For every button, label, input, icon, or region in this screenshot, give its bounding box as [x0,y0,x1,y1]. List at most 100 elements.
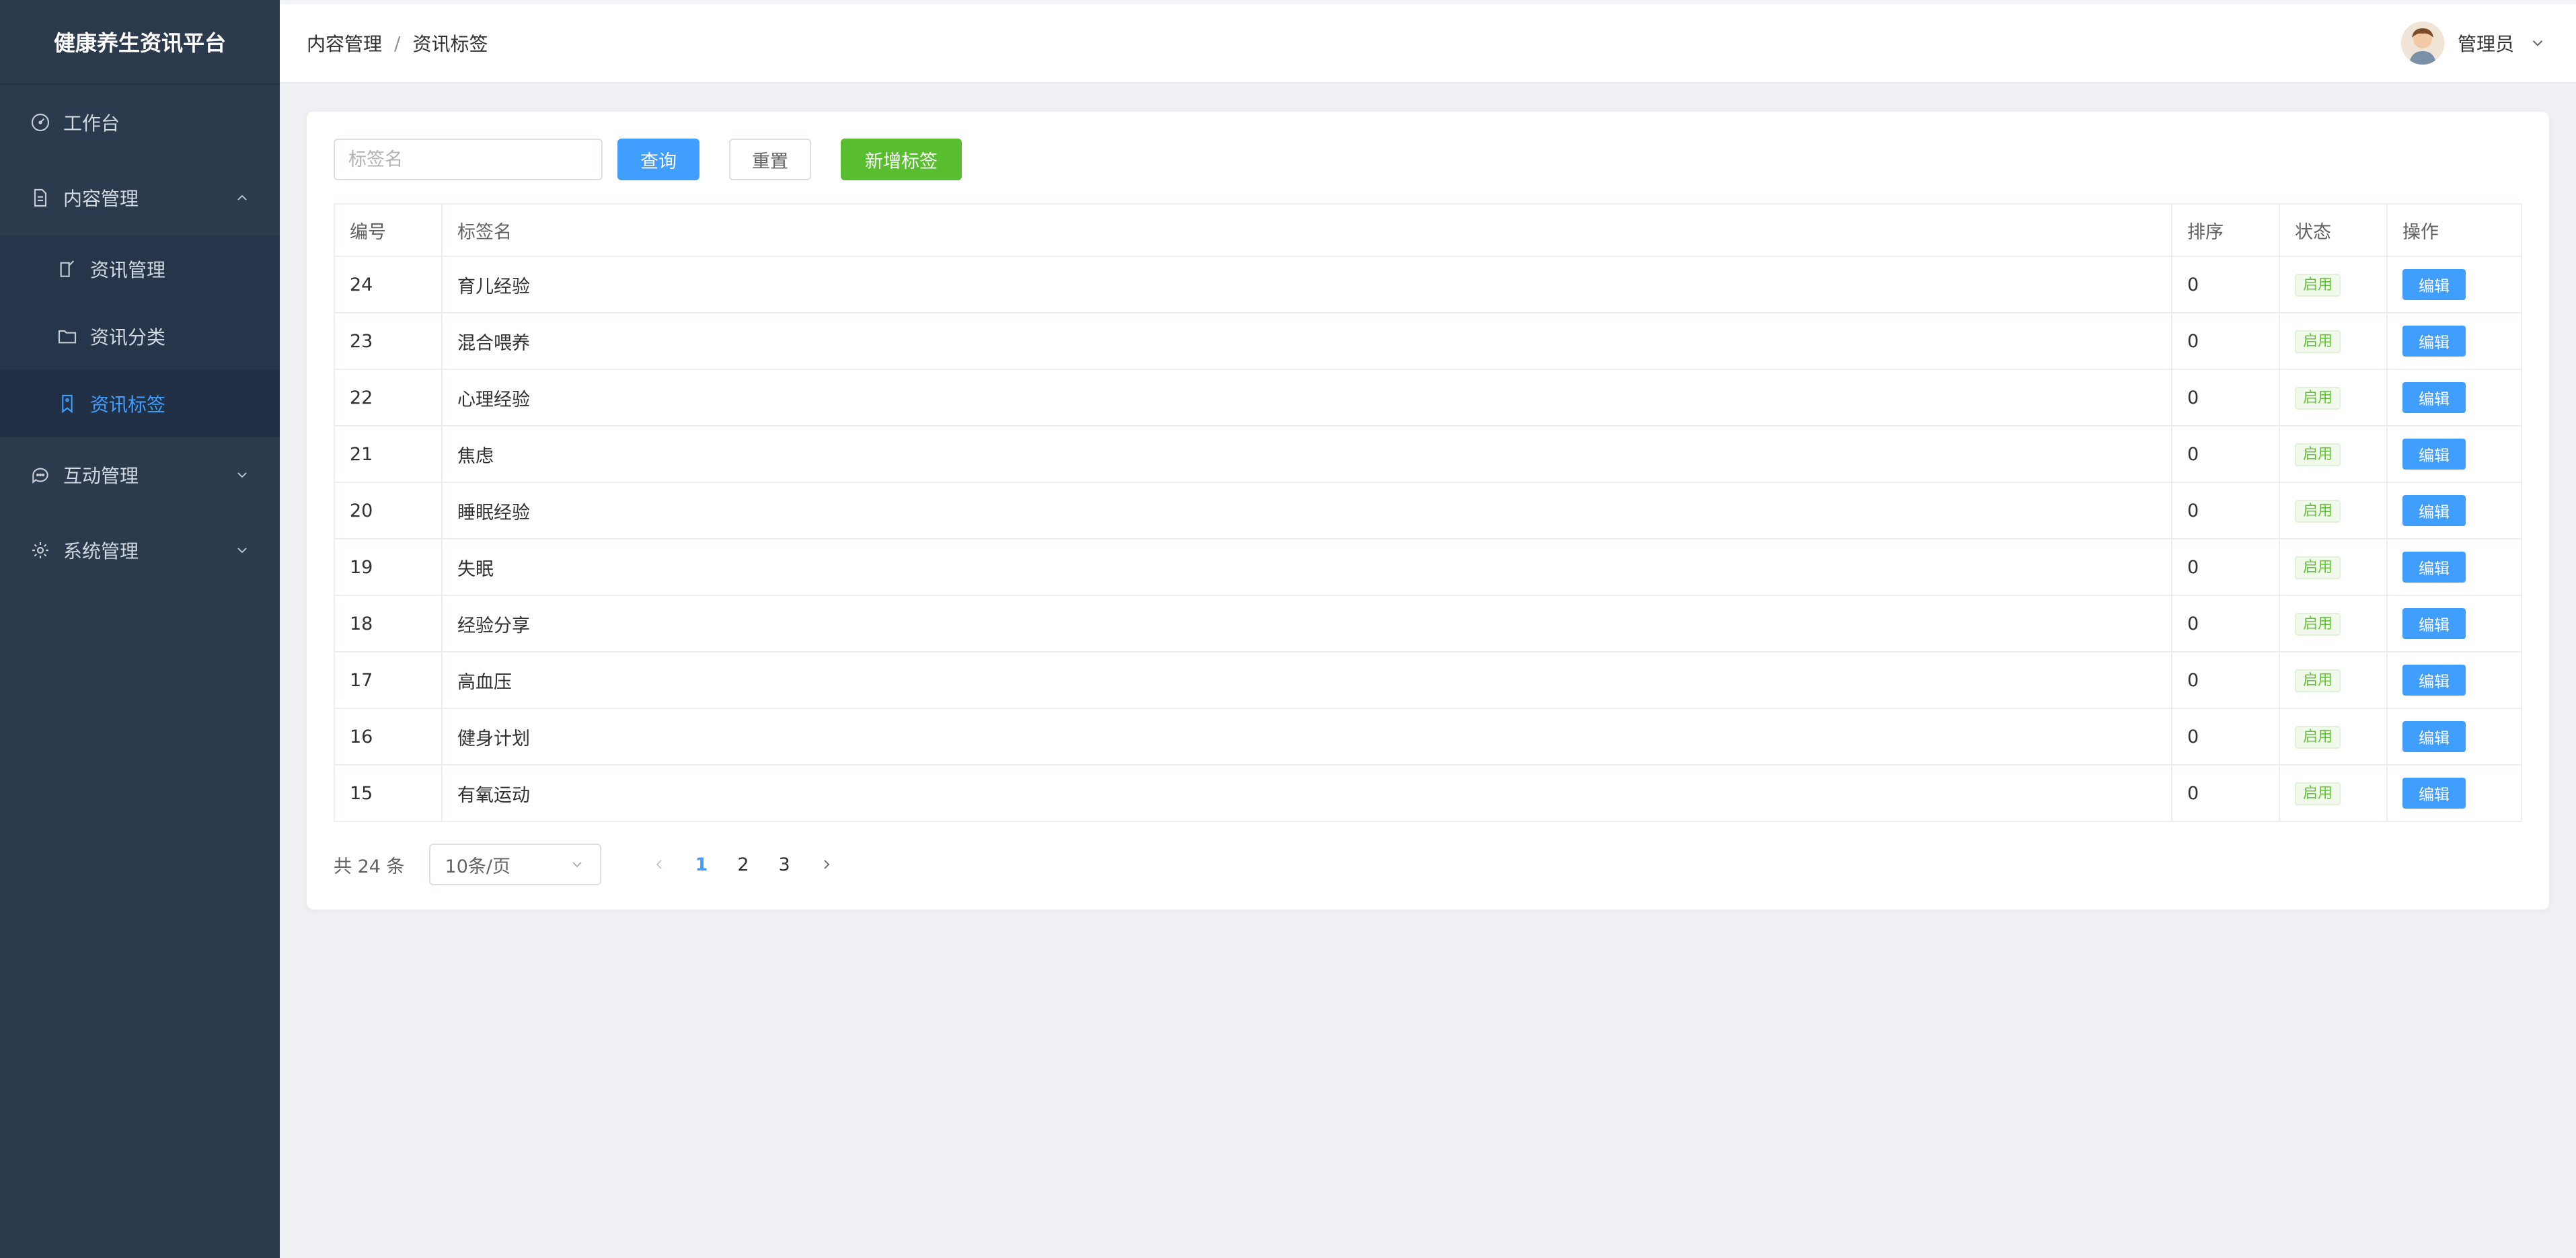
cell-status: 启用 [2279,764,2388,822]
cell-sort: 0 [2171,312,2280,370]
edit-button[interactable]: 编辑 [2402,721,2466,752]
sidebar-item-news-tags[interactable]: 资讯标签 [0,370,280,437]
table-row: 16 健身计划 0 启用 编辑 [334,708,2522,766]
cell-actions: 编辑 [2386,312,2522,370]
avatar[interactable] [2400,22,2444,65]
prev-page-button[interactable] [651,856,667,873]
status-badge: 启用 [2295,330,2341,353]
column-header-id: 编号 [334,203,443,257]
cell-id: 24 [334,256,443,313]
cell-status: 启用 [2279,708,2388,766]
chevron-left-icon [656,860,662,869]
cell-status: 启用 [2279,425,2388,483]
user-avatar-icon [2400,22,2444,65]
table-header-row: 编号 标签名 排序 状态 操作 [334,203,2522,257]
edit-button[interactable]: 编辑 [2402,495,2466,526]
cell-name: 睡眠经验 [441,482,2172,540]
cell-sort: 0 [2171,651,2280,709]
cell-actions: 编辑 [2386,425,2522,483]
main-area: 内容管理 / 资讯标签 管理员 标签名 查询 重置 新增标签 编号 标签名 排序… [280,0,2576,1258]
edit-button[interactable]: 编辑 [2402,665,2466,696]
dashboard-icon [30,112,51,133]
cell-id: 16 [334,708,443,766]
cell-sort: 0 [2171,425,2280,483]
cell-name: 育儿经验 [441,256,2172,313]
cell-sort: 0 [2171,538,2280,596]
cell-status: 启用 [2279,538,2388,596]
edit-button[interactable]: 编辑 [2402,608,2466,639]
table-row: 15 有氧运动 0 启用 编辑 [334,764,2522,822]
chevron-down-icon[interactable] [2529,34,2546,52]
page-size-value: 10条/页 [445,856,510,877]
cell-actions: 编辑 [2386,651,2522,709]
chevron-down-icon [572,862,582,868]
sidebar-item-news-category[interactable]: 资讯分类 [0,303,280,370]
cell-sort: 0 [2171,708,2280,766]
user-menu[interactable]: 管理员 [2400,22,2546,65]
column-header-actions: 操作 [2386,203,2522,257]
cell-sort: 0 [2171,369,2280,427]
cell-id: 15 [334,764,443,822]
sidebar-item-label: 资讯标签 [90,394,166,416]
status-badge: 启用 [2295,386,2341,410]
cell-name: 焦虑 [441,425,2172,483]
edit-doc-icon [56,258,78,280]
edit-button[interactable]: 编辑 [2402,326,2466,357]
next-page-button[interactable] [819,856,835,873]
page-number-1[interactable]: 1 [695,854,708,875]
sidebar-item-dashboard[interactable]: 工作台 [0,85,280,160]
status-badge: 启用 [2295,556,2341,579]
sidebar-item-news-management[interactable]: 资讯管理 [0,235,280,303]
status-badge: 启用 [2295,669,2341,692]
cell-id: 21 [334,425,443,483]
sidebar-item-system-management[interactable]: 系统管理 [0,513,280,588]
page-number-3[interactable]: 3 [779,854,790,875]
cell-name: 健身计划 [441,708,2172,766]
status-badge: 启用 [2295,612,2341,636]
cell-sort: 0 [2171,764,2280,822]
chevron-right-icon [824,860,829,869]
sidebar-item-label: 互动管理 [63,465,139,487]
chevron-down-icon [237,472,247,478]
status-badge: 启用 [2295,273,2341,297]
cell-actions: 编辑 [2386,256,2522,313]
page-number-2[interactable]: 2 [737,854,749,875]
edit-button[interactable]: 编辑 [2402,439,2466,470]
tag-name-search-input[interactable] [334,139,603,180]
query-button[interactable]: 查询 [617,139,699,180]
breadcrumb-item-content[interactable]: 内容管理 [307,30,382,57]
column-header-sort: 排序 [2171,203,2280,257]
breadcrumb-separator: / [394,32,401,54]
cell-name: 有氧运动 [441,764,2172,822]
submenu-content: 资讯管理 资讯分类 资讯标签 [0,235,280,437]
breadcrumb: 内容管理 / 资讯标签 [307,30,488,57]
app-root: 健康养生资讯平台 工作台 内容管理 资讯管理 资讯分类 资讯标签 互动管理 系统… [0,0,2576,1258]
cell-status: 启用 [2279,482,2388,540]
breadcrumb-item-current: 资讯标签 [412,33,488,55]
sidebar-item-interaction-management[interactable]: 互动管理 [0,437,280,513]
edit-button[interactable]: 编辑 [2402,382,2466,413]
cell-id: 23 [334,312,443,370]
page-size-select[interactable]: 10条/页 [428,844,601,885]
sidebar-item-label: 工作台 [63,112,120,135]
cell-status: 启用 [2279,369,2388,427]
tag-table: 编号 标签名 排序 状态 操作 24 育儿经验 0 启用 编辑 23 混合喂养 … [334,203,2522,822]
reset-button[interactable]: 重置 [729,139,811,180]
sidebar-item-content-management[interactable]: 内容管理 [0,160,280,235]
cell-sort: 0 [2171,595,2280,653]
pagination: 共 24 条 10条/页 1 2 3 [334,844,2522,885]
cell-name: 经验分享 [441,595,2172,653]
chevron-down-icon [237,548,247,554]
edit-button[interactable]: 编辑 [2402,269,2466,300]
table-row: 18 经验分享 0 启用 编辑 [334,595,2522,653]
document-icon [30,187,51,209]
edit-button[interactable]: 编辑 [2402,552,2466,583]
sidebar-item-label: 资讯管理 [90,259,166,281]
cell-id: 22 [334,369,443,427]
table-row: 20 睡眠经验 0 启用 编辑 [334,482,2522,540]
cell-actions: 编辑 [2386,538,2522,596]
add-tag-button[interactable]: 新增标签 [841,139,962,180]
edit-button[interactable]: 编辑 [2402,778,2466,809]
cell-id: 18 [334,595,443,653]
cell-name: 高血压 [441,651,2172,709]
